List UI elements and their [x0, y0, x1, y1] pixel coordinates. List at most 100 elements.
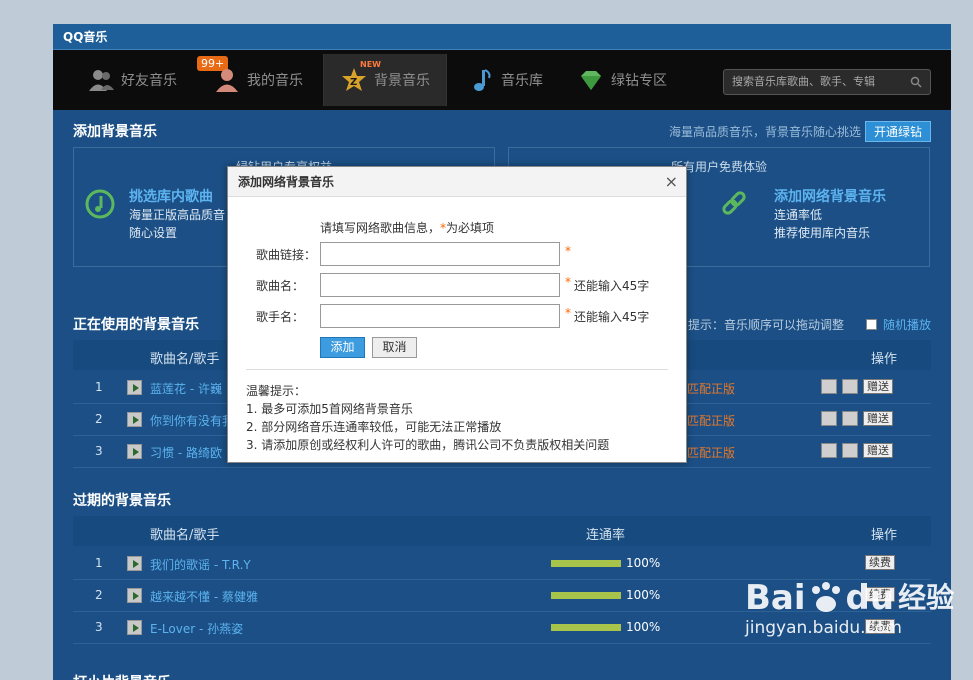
row-ops: 赠送: [821, 379, 893, 394]
song-link-label: 歌曲链接：: [256, 248, 317, 262]
watermark-brand2: du: [845, 578, 895, 618]
tips-title: 温馨提示：: [246, 384, 307, 398]
play-icon[interactable]: [127, 412, 142, 427]
add-button[interactable]: 添加: [320, 337, 365, 358]
heart-icon[interactable]: [842, 379, 858, 394]
watermark-cn: 经验: [898, 581, 955, 614]
link-icon: [722, 191, 746, 215]
song-link[interactable]: 越来越不懂 - 蔡健雅: [150, 588, 258, 605]
play-icon[interactable]: [127, 556, 142, 571]
song-link[interactable]: 你到你有没有我: [150, 412, 234, 429]
share-icon[interactable]: [821, 443, 837, 458]
watermark-url: jingyan.baidu.com: [745, 618, 902, 638]
rate-value: 100%: [626, 620, 661, 634]
nav-label: 音乐库: [501, 73, 543, 89]
gift-button[interactable]: 赠送: [863, 379, 893, 394]
user-icon: [216, 69, 238, 92]
singer-input[interactable]: [320, 304, 560, 328]
bottom-section-title: 打小片背景音乐: [73, 672, 171, 680]
row-number: 1: [95, 556, 103, 570]
search-icon[interactable]: [910, 76, 922, 88]
cancel-button[interactable]: 取消: [372, 337, 417, 358]
music-disc-icon: [85, 189, 115, 219]
heart-icon[interactable]: [842, 411, 858, 426]
svg-text:Z: Z: [350, 77, 357, 88]
nav-green-diamond[interactable]: 绿钻专区: [577, 54, 667, 106]
music-note-icon: [474, 69, 491, 91]
singer-limit: 还能输入45字: [574, 310, 650, 324]
song-name-label: 歌曲名：: [256, 279, 305, 293]
new-tag: NEW: [360, 60, 381, 69]
share-icon[interactable]: [821, 411, 837, 426]
rate-bar: [551, 560, 621, 567]
play-icon[interactable]: [127, 444, 142, 459]
nav-label: 绿钻专区: [611, 73, 667, 89]
tip-3: 3. 请添加原创或经权利人许可的歌曲，腾讯公司不负责版权相关问题: [246, 438, 610, 452]
share-icon[interactable]: [821, 379, 837, 394]
required-mark: *: [565, 306, 571, 320]
open-green-diamond-button[interactable]: 开通绿钻: [864, 121, 931, 142]
nav-my-music[interactable]: 我的音乐: [213, 54, 303, 106]
nav-label: 好友音乐: [121, 73, 177, 89]
match-label[interactable]: 匹配正版: [687, 444, 735, 461]
star-z-icon: Z: [342, 68, 366, 91]
row-number: 3: [95, 444, 103, 458]
gift-button[interactable]: 赠送: [863, 443, 893, 458]
singer-label: 歌手名：: [256, 310, 305, 324]
song-name-input[interactable]: [320, 273, 560, 297]
renew-button[interactable]: 续费: [865, 555, 895, 570]
play-icon[interactable]: [127, 380, 142, 395]
diamond-icon: [581, 71, 601, 90]
promo: 海量高品质音乐，背景音乐随心挑选 开通绿钻: [669, 121, 931, 142]
nav-music-library[interactable]: 音乐库: [467, 54, 543, 106]
friends-icon: [89, 70, 114, 91]
row-ops: 赠送: [821, 411, 893, 426]
song-link-input[interactable]: [320, 242, 560, 266]
col-song: 歌曲名/歌手: [150, 528, 220, 543]
row-number: 3: [95, 620, 103, 634]
col-ops: 操作: [871, 352, 898, 367]
card-line2: 随心设置: [129, 226, 178, 240]
nav-background-music[interactable]: Z NEW 背景音乐: [323, 54, 447, 106]
song-link[interactable]: 蓝莲花 - 许巍: [150, 380, 222, 397]
promo-text: 海量高品质音乐，背景音乐随心挑选: [668, 125, 861, 139]
heart-icon[interactable]: [842, 443, 858, 458]
nav-label: 背景音乐: [374, 73, 430, 89]
search-input[interactable]: 搜索音乐库歌曲、歌手、专辑: [723, 69, 931, 95]
col-rate: 连通率: [586, 528, 626, 543]
song-link[interactable]: 我们的歌谣 - T.R.Y: [150, 556, 251, 573]
nav-label: 我的音乐: [247, 73, 303, 89]
random-play-toggle[interactable]: 随机播放: [866, 316, 931, 333]
row-ops: 赠送: [821, 443, 893, 458]
intro-text: 请填写网络歌曲信息，: [320, 221, 441, 235]
intro-suffix: 为必填项: [446, 221, 495, 235]
song-link[interactable]: E-Lover - 孙燕姿: [150, 620, 243, 637]
close-icon[interactable]: ×: [665, 172, 678, 191]
dialog-intro: 请填写网络歌曲信息，*为必填项: [320, 219, 494, 236]
gift-button[interactable]: 赠送: [863, 411, 893, 426]
play-icon[interactable]: [127, 588, 142, 603]
search-placeholder: 搜索音乐库歌曲、歌手、专辑: [732, 75, 875, 88]
dialog-title: 添加网络背景音乐: [228, 167, 686, 197]
checkbox[interactable]: [866, 319, 877, 330]
song-link[interactable]: 习惯 - 路绮欧: [150, 444, 222, 461]
baidu-watermark: Bai du 经验 jingyan.baidu.com: [745, 580, 954, 638]
play-icon[interactable]: [127, 620, 142, 635]
col-song: 歌曲名/歌手: [150, 352, 220, 367]
card-line1: 连通率低: [774, 208, 823, 222]
row-number: 1: [95, 380, 103, 394]
required-mark: *: [565, 275, 571, 289]
card-title: 挑选库内歌曲: [129, 189, 213, 205]
match-label[interactable]: 匹配正版: [687, 380, 735, 397]
match-label[interactable]: 匹配正版: [687, 412, 735, 429]
nav-friends-music[interactable]: 好友音乐 99+: [87, 54, 229, 106]
rate-bar: [551, 624, 621, 631]
divider: [246, 369, 668, 370]
add-section-title: 添加背景音乐: [73, 124, 157, 140]
card-title: 添加网络背景音乐: [774, 189, 886, 205]
table-row[interactable]: 1 我们的歌谣 - T.R.Y 100% 续费: [73, 548, 931, 580]
add-network-music-dialog: 添加网络背景音乐 × 请填写网络歌曲信息，*为必填项 歌曲链接： * 歌曲名： …: [227, 166, 687, 463]
col-ops: 操作: [871, 528, 898, 543]
card-line1: 海量正版高品质音: [129, 208, 226, 222]
random-play-label: 随机播放: [883, 318, 932, 332]
